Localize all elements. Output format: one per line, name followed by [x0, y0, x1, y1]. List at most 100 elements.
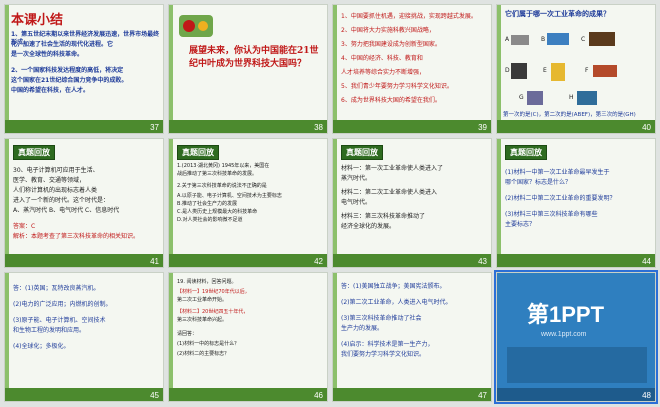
slide-footer-bar: 47	[333, 388, 491, 401]
slide-thumbnail-43[interactable]: 真题回放 材料一：第一次工业革命使人类进入了 蒸汽时代。 材料二：第二次工业革命…	[332, 138, 492, 268]
slide-rail	[169, 5, 173, 120]
option-label: D	[505, 67, 510, 74]
slide-line: 5、我们青少年要努力学习科学文化知识。	[341, 83, 453, 90]
slide-line: 1.(2013·湖北黄冈) 1945年以来，美国在	[177, 163, 270, 169]
slide-thumbnail-48[interactable]: 第1PPT www.1ppt.com 48	[494, 270, 658, 404]
slide-line: 19. 阅读材料，回答问题。	[177, 279, 237, 285]
slide-line: (2)电力的广泛应用；内燃机的创制。	[13, 301, 112, 308]
invention-icon-a	[511, 35, 529, 45]
slide-number: 45	[150, 391, 159, 400]
slide-note: 解析：本题考查了第三次科技革命的相关知识。	[13, 233, 140, 240]
slide-thumbnail-38[interactable]: 展望未来，你认为中国能在21世纪中叶成为世界科技大国吗？ 38	[168, 4, 328, 134]
slide-line: 是一次全球性的科技革命。	[11, 51, 84, 58]
slide-line: 材料二：第二次工业革命使人类进入	[341, 189, 438, 196]
slide-line: 第三次科技革命兴起。	[177, 317, 228, 323]
slide-line: (2)第二次工业革命，人类进入电气时代。	[341, 299, 452, 306]
brand-site: www.1ppt.com	[541, 331, 587, 338]
slide-line: (1)材料一中的标志是什么？	[177, 341, 240, 347]
slide-footer-bar: 37	[5, 120, 163, 133]
option-label: E	[543, 67, 547, 74]
slide-line: 医学、教育、交通等领域，	[13, 177, 86, 184]
slide-line: (3)原子能、电子计算机、空间技术	[13, 317, 106, 324]
slide-footer-bar: 46	[169, 388, 327, 401]
invention-icon-d	[511, 63, 527, 79]
option-label: G	[519, 94, 524, 101]
invention-icon-f	[593, 65, 617, 77]
brand-info-box	[507, 347, 647, 383]
slide-line: 答：(1)英国；瓦特改良蒸汽机。	[13, 285, 100, 292]
slide-footer-bar: 38	[169, 120, 327, 133]
invention-icon-e	[551, 63, 565, 81]
slide-line: (3)材料三中第三次科技革命有哪些	[505, 211, 598, 218]
slide-line: 电气时代。	[341, 199, 372, 206]
slide-thumbnail-grid: 本课小结 1、第五世纪末期以来世界经济发展迅速，世界市场最终形成。 化，加速了社…	[4, 4, 658, 404]
slide-line: 材料三：第三次科技革命推动了	[341, 213, 426, 220]
slide-line: 和生物工程的发明和应用。	[13, 327, 86, 334]
section-tag: 真题回放	[13, 145, 55, 160]
slide-line: 【材料一】19世纪70年代以后，	[177, 289, 250, 295]
slide-line: 2、一个国家科技发达程度的高低，将决定	[11, 67, 124, 74]
slide-number: 44	[642, 257, 651, 266]
slide-line: 3、努力把我国建设成为创新型国家。	[341, 41, 441, 48]
slide-thumbnail-39[interactable]: 1、中国要抓住机遇，迎接挑战，实现跨越式发展。 2、中国将大力实施科教兴国战略，…	[332, 4, 492, 134]
slide-thumbnail-45[interactable]: 答：(1)英国；瓦特改良蒸汽机。 (2)电力的广泛应用；内燃机的创制。 (3)原…	[4, 272, 164, 402]
slide-rail	[333, 273, 337, 388]
slide-title: 本课小结	[11, 13, 64, 28]
option-label: H	[569, 94, 574, 101]
slide-rail	[5, 273, 9, 388]
slide-number: 42	[314, 257, 323, 266]
slide-footer-bar: 45	[5, 388, 163, 401]
option-label: B	[541, 36, 546, 43]
slide-line: D.对人类社会的影响微不足道	[177, 217, 243, 223]
slide-thumbnail-37[interactable]: 本课小结 1、第五世纪末期以来世界经济发展迅速，世界市场最终形成。 化，加速了社…	[4, 4, 164, 134]
slide-headline: 展望未来，你认为中国能在21世纪中叶成为世界科技大国吗？	[189, 46, 319, 69]
slide-line: 1、中国要抓住机遇，迎接挑战，实现跨越式发展。	[341, 13, 477, 20]
slide-line: 人们称计算机的出现标志着人类	[13, 187, 98, 194]
slide-footer-bar: 43	[333, 254, 491, 267]
slide-line: 化，加速了社会生活的现代化进程。它	[11, 41, 114, 48]
slide-line: (3)第三次科技革命推动了社会	[341, 315, 422, 322]
decorative-graphic-icon	[179, 15, 213, 37]
slide-thumbnail-46[interactable]: 19. 阅读材料，回答问题。 【材料一】19世纪70年代以后， 第二次工业革命开…	[168, 272, 328, 402]
slide-line: 进入了一个新的时代。这个时代是：	[13, 197, 110, 204]
slide-number: 47	[478, 391, 487, 400]
slide-number: 38	[314, 123, 323, 132]
slide-rail	[333, 5, 337, 120]
slide-line: 战后推动了第三次科技革命的发展。	[177, 171, 258, 177]
slide-thumbnail-44[interactable]: 真题回放 (1)材料一中第一次工业革命最早发生于 哪个国家？标志是什么？ (2)…	[496, 138, 656, 268]
invention-icon-h	[577, 91, 597, 105]
slide-line: 蒸汽时代。	[341, 175, 372, 182]
slide-answer: 第一次的是(C)，第二次的是(ABEF)，第三次的是(GH)	[503, 112, 636, 118]
slide-line: 中国的希望在科技，在人才。	[11, 87, 90, 94]
slide-line: 4、中国的经济、科技、教育和	[341, 55, 423, 62]
slide-line: 2.关于第三次科技革命的说法不正确的是	[177, 183, 267, 189]
slide-question: 它们属于哪一次工业革命的成果？	[505, 10, 610, 18]
slide-number: 39	[478, 123, 487, 132]
slide-number: 46	[314, 391, 323, 400]
slide-thumbnail-41[interactable]: 真题回放 30、电子计算机可应用于生活、 医学、教育、交通等领域， 人们称计算机…	[4, 138, 164, 268]
slide-footer-bar: 44	[497, 254, 655, 267]
slide-line: 2、中国将大力实施科教兴国战略，	[341, 27, 435, 34]
slide-line: (4)全球化；多极化。	[13, 343, 70, 350]
slide-thumbnail-40[interactable]: 它们属于哪一次工业革命的成果？ A B C D E F G H 第一次的是(C)…	[496, 4, 656, 134]
invention-icon-c	[589, 32, 615, 46]
invention-icon-g	[527, 91, 543, 105]
slide-rail	[333, 139, 337, 254]
slide-footer-bar: 40	[497, 120, 655, 133]
slide-line: (2)材料二中第二次工业革命的重要发明？	[505, 195, 616, 202]
section-tag: 真题回放	[341, 145, 383, 160]
slide-footer-bar: 48	[497, 388, 655, 401]
slide-line: 6、成为世界科技大国的希望在我们。	[341, 97, 441, 104]
slide-rail	[497, 5, 501, 120]
slide-thumbnail-42[interactable]: 真题回放 1.(2013·湖北黄冈) 1945年以来，美国在 战后推动了第三次科…	[168, 138, 328, 268]
slide-number: 48	[642, 391, 651, 400]
slide-line: 30、电子计算机可应用于生活、	[13, 167, 99, 174]
section-tag: 真题回放	[505, 145, 547, 160]
slide-footer-bar: 39	[333, 120, 491, 133]
slide-line: (2)材料二的主要标志？	[177, 351, 230, 357]
slide-line: 材料一：第一次工业革命使人类进入了	[341, 165, 444, 172]
brand-logo: 第1PPT	[527, 302, 605, 327]
slide-line: (4)启示：科学技术是第一生产力，	[341, 341, 434, 348]
slide-thumbnail-47[interactable]: 答：(1)美国独立战争；美国宪法颁布。 (2)第二次工业革命，人类进入电气时代。…	[332, 272, 492, 402]
slide-line: 请回答：	[177, 331, 198, 337]
